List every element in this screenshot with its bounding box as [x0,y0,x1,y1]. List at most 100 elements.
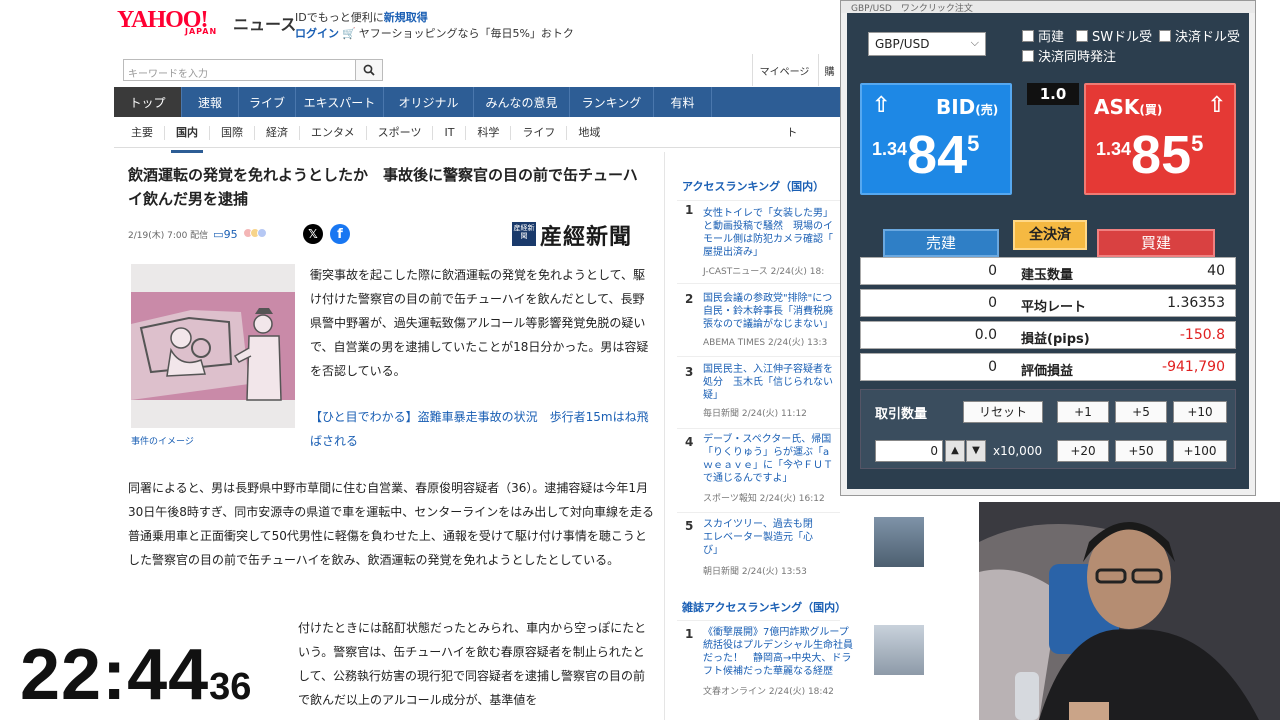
settle-dollar-checkbox[interactable]: 決済ドル受 [1159,26,1240,45]
rank-number: 1 [685,203,694,217]
ranking-thumbnail[interactable] [874,625,924,675]
facebook-share-icon[interactable]: f [330,224,350,244]
lot-plus-20-button[interactable]: +20 [1057,440,1109,462]
magazine-ranking-item[interactable]: 1 《衝撃展開》7億円詐欺グループ 統括役はプルデンシャル生命社員 だった！ 静… [677,620,853,697]
row-buy-value: -941,790 [1162,359,1225,375]
rank-headline: 《衝撃展開》7億円詐欺グループ 統括役はプルデンシャル生命社員 だった！ 静岡高… [703,626,873,678]
lot-plus-5-button[interactable]: +5 [1115,401,1167,423]
headline-line: モール側は防犯カメラ確認「 [703,234,833,245]
ranking-item[interactable]: 5 スカイツリー、過去も閉じ込め エレベーター製造元「心からおわ び」 朝日新聞… [677,512,840,582]
cat-life[interactable]: ライフ [511,125,568,140]
cat-sports[interactable]: スポーツ [367,125,434,140]
headline-line: 統括役はプルデンシャル生命社員 [703,640,853,651]
cat-domestic[interactable]: 国内 [165,125,210,153]
image-caption[interactable]: 事件のイメージ [131,434,194,447]
reset-button[interactable]: リセット [963,401,1043,423]
nav-live[interactable]: ライブ [239,87,296,117]
headline-line: で通じるんですよ」 [703,473,793,484]
tab-sell-position[interactable]: 売建 [883,229,999,257]
close-all-button[interactable]: 全決済 [1013,220,1087,250]
promo-line: IDでもっと便利に新規取得 [295,9,428,25]
reaction-icons[interactable] [242,228,267,241]
cat-it[interactable]: IT [433,125,467,140]
nav-original[interactable]: オリジナル [384,87,474,117]
ranking-item[interactable]: 3 国民民主、入江伸子容疑者を 処分 玉木氏「信じられない 疑」 毎日新聞 2/… [677,356,840,428]
ranking-item[interactable]: 1 女性トイレで「女装した男」 と動画投稿で騒然 現場のイ モール側は防犯カメラ… [677,200,840,282]
ranking-item[interactable]: 4 デーブ・スペクター氏、帰国 「りくりゅう」らが運ぶ「a ｗｅａｖｅ」に「今や… [677,428,840,512]
nav-opinion[interactable]: みんなの意見 [474,87,570,117]
lot-quantity-input[interactable]: 0 [875,440,943,462]
cat-main[interactable]: 主要 [114,125,165,140]
cart-icon: 🛒 [342,27,356,40]
related-article-link[interactable]: 【ひと目でわかる】盗難車暴走事故の状況 歩行者15mはね飛ばされる [310,405,652,453]
header-extra-link[interactable]: 購 [818,54,840,86]
arrow-up-icon: ⇧ [872,93,891,118]
ranking-thumbnail[interactable] [874,517,924,567]
x-share-icon[interactable]: 𝕏 [303,224,323,244]
login-link[interactable]: ログイン [295,27,339,40]
magazine-ranking-title: 雑誌アクセスランキング（国内） [682,601,847,614]
row-sell-value: 0.0 [974,327,997,343]
yahoo-logo-sub: JAPAN [185,27,218,36]
search-icon [363,64,375,76]
sw-checkbox[interactable]: SWドル受 [1076,26,1152,45]
search-button[interactable] [355,59,383,81]
article-meta: 2/19(木) 7:00 配信 ▭95 [128,228,267,241]
webcam-overlay [979,502,1280,720]
cat-entertainment[interactable]: エンタメ [300,125,367,140]
price-prefix: 1.34 [872,139,908,159]
headline-line: 処分 玉木氏「信じられない [703,377,833,388]
lot-plus-10-button[interactable]: +10 [1173,401,1227,423]
fx-window-title[interactable]: GBP/USD ワンクリック注文 [841,1,1255,13]
cat-local[interactable]: 地域 [567,126,611,140]
service-name[interactable]: ニュース [233,11,296,35]
triangle-up-icon[interactable]: ▲ [945,440,965,462]
rank-source: 文春オンライン 2/24(火) 18:42 [703,687,834,697]
nav-ranking[interactable]: ランキング [570,87,654,117]
cat-science[interactable]: 科学 [466,125,512,140]
cat-world[interactable]: 国際 [210,125,255,140]
lot-plus-50-button[interactable]: +50 [1115,440,1167,462]
triangle-down-icon[interactable]: ▼ [966,440,986,462]
hedge-checkbox[interactable]: 両建 [1022,26,1064,45]
headline-line: 《衝撃展開》7億円詐欺グループ [703,627,849,638]
headline-line: スカイツリー、過去も閉じ込め [703,519,813,530]
left-margin [0,152,114,622]
article-lead: 衝突事故を起こした際に飲酒運転の発覚を免れようとして、駆け付けた警察官の目の前で… [310,268,649,378]
rank-headline: 国民会議の参政党"排除"につ 自民・鈴木幹事長「消費税廃 張なので議論がなじまな… [703,292,840,331]
main-nav: トップ 速報 ライブ エキスパート オリジナル みんなの意見 ランキング 有料 [114,87,840,117]
bid-button[interactable]: ⇧ BID(売) 1.34845 [860,83,1012,195]
cat-economy[interactable]: 経済 [255,125,300,140]
nav-expert[interactable]: エキスパート [296,87,384,117]
ask-label-sub: (買) [1139,103,1163,117]
mypage-link[interactable]: マイページ [752,54,816,86]
nav-breaking[interactable]: 速報 [182,87,239,117]
ranking-item[interactable]: 2 国民会議の参政党"排除"につ 自民・鈴木幹事長「消費税廃 張なので議論がなじ… [677,283,840,355]
tab-buy-position[interactable]: 買建 [1097,229,1215,257]
headline-line: だった！ 静岡高→中央大、ドラ [703,653,852,664]
currency-pair-select[interactable]: GBP/USD ⌵ [868,32,986,56]
nav-paid[interactable]: 有料 [654,87,712,117]
checkbox-box [1076,29,1088,42]
arrow-up-icon: ⇧ [1207,93,1226,118]
comment-count[interactable]: ▭95 [213,228,237,241]
ask-button[interactable]: ASK(買) ⇧ 1.34855 [1084,83,1236,195]
bid-label: BID(売) [936,95,998,119]
nav-top[interactable]: トップ [114,87,182,117]
login-line: ログイン 🛒 ヤフーショッピングなら「毎日5%」おトク [295,25,574,41]
search-input[interactable]: キーワードを入力 [123,59,355,81]
lot-plus-1-button[interactable]: +1 [1057,401,1109,423]
signup-link[interactable]: 新規取得 [384,11,428,24]
lot-plus-100-button[interactable]: +100 [1173,440,1227,462]
shopping-link[interactable]: ヤフーショッピングなら「毎日5%」おトク [359,27,574,40]
simultaneous-order-checkbox[interactable]: 決済同時発注 [1022,46,1116,65]
headline-line: 国民会議の参政党"排除"につ [703,293,833,304]
cat-more[interactable]: ト [775,126,808,140]
headline-line: 張なので議論がなじまない」 [703,319,833,330]
category-nav: 主要 国内 国際 経済 エンタメ スポーツ IT 科学 ライフ 地域 ト [114,118,840,153]
position-row-quantity: 0 建玉数量 40 [860,257,1236,285]
publisher-logo[interactable]: 産經新聞 [540,219,632,251]
publisher-mark: 産経新聞 [512,222,536,246]
article-image[interactable] [131,264,295,428]
headline-line: ｗｅａｖｅ」に「今やＦＵＴ [703,460,833,471]
